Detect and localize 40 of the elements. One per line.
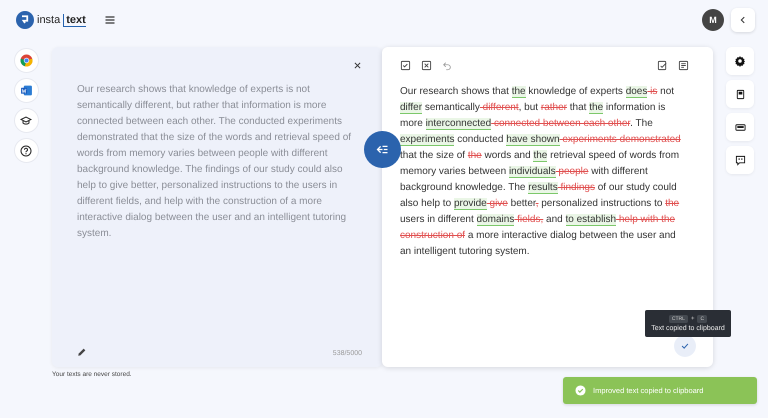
- help-button[interactable]: [14, 138, 38, 163]
- undo-icon: [442, 60, 452, 70]
- logo-icon: [16, 11, 34, 29]
- close-button[interactable]: [353, 61, 362, 70]
- user-avatar[interactable]: M: [702, 9, 724, 31]
- logo-text: text: [63, 14, 86, 26]
- reject-all-button[interactable]: [421, 60, 432, 71]
- document-icon: [20, 84, 32, 97]
- menu-button[interactable]: [104, 14, 116, 26]
- edit-button[interactable]: [77, 347, 87, 357]
- graduation-cap-icon: [20, 114, 32, 126]
- word-addin-button[interactable]: [14, 78, 38, 103]
- logo-text: insta: [37, 14, 60, 26]
- settings-icon: [734, 55, 746, 67]
- document-lines-icon: [678, 60, 689, 71]
- check-circle-icon: [575, 385, 586, 396]
- check-document-button[interactable]: [657, 60, 668, 71]
- keyboard-icon: [734, 122, 746, 132]
- browser-extension-button[interactable]: [14, 48, 38, 73]
- book-icon: [734, 88, 746, 100]
- pencil-icon: [77, 347, 87, 357]
- checkbox-icon: [400, 60, 411, 71]
- feedback-button[interactable]: [726, 146, 754, 174]
- book-button[interactable]: [726, 80, 754, 108]
- academy-button[interactable]: [14, 108, 38, 133]
- checklist-icon: [657, 60, 668, 71]
- settings-button[interactable]: [726, 47, 754, 75]
- copy-done-button[interactable]: [674, 335, 696, 357]
- feedback-icon: [734, 154, 746, 166]
- undo-button[interactable]: [442, 60, 452, 70]
- chrome-icon: [20, 54, 32, 67]
- summary-button[interactable]: [678, 60, 689, 71]
- question-circle-icon: [20, 144, 32, 156]
- improved-text: Our research shows that the knowledge of experts does is not differ semantically different, but rather that the information is more interconnected connected between each other. The experiments conducted have shown experiments demonstrated that the size of the words and the retrieval speed of words from memory varies between individuals people with different background knowledge. The results findings of our study could also help to provide give better, personalized instructions to the users in different domains fields, and to establish help with the construction of a more interactive dialog between the user and an intelligent tutoring system.: [400, 85, 682, 259]
- keyboard-button[interactable]: [726, 113, 754, 141]
- menu-icon: [104, 14, 116, 26]
- x-box-icon: [421, 60, 432, 71]
- close-icon: [353, 61, 362, 70]
- accept-all-button[interactable]: [400, 60, 411, 71]
- check-icon: [680, 341, 690, 351]
